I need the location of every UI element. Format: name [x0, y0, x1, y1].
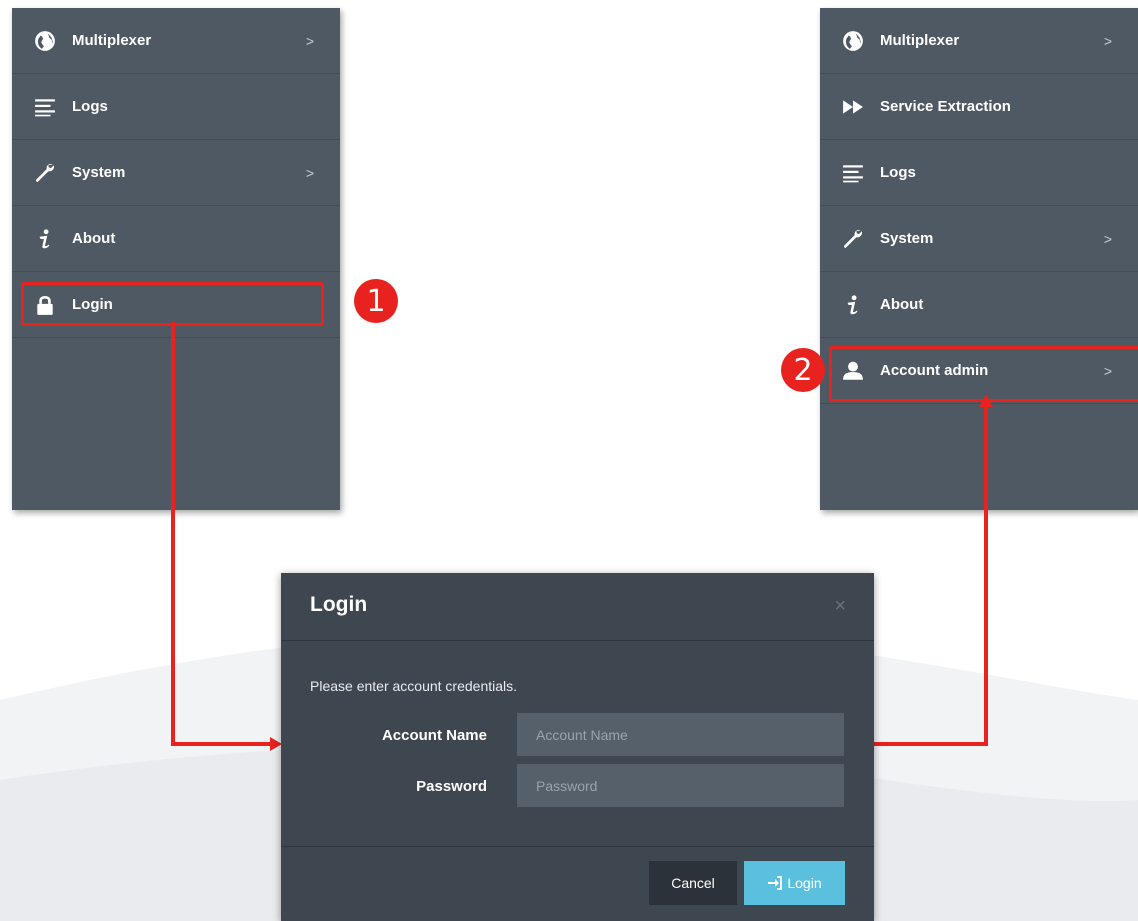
wrench-icon [840, 228, 866, 250]
step-1-badge: 1 [354, 279, 398, 323]
right-sidebar-menu: Multiplexer > Service Extraction Logs Sy… [820, 8, 1138, 510]
globe-icon [32, 30, 58, 52]
login-button-label: Login [787, 875, 822, 891]
login-button[interactable]: Login [744, 861, 845, 905]
sidebar-item-logs[interactable]: Logs [820, 140, 1138, 206]
info-icon [840, 294, 866, 316]
sidebar-item-label: Service Extraction [880, 98, 1011, 115]
globe-icon [840, 30, 866, 52]
cancel-button[interactable]: Cancel [649, 861, 737, 905]
sidebar-item-label: Logs [72, 98, 108, 115]
list-icon [32, 96, 58, 118]
chevron-right-icon: > [1103, 362, 1112, 379]
chevron-right-icon: > [305, 164, 314, 181]
login-dialog: Login × Please enter account credentials… [281, 573, 874, 921]
sidebar-item-system[interactable]: System > [12, 140, 340, 206]
password-label: Password [416, 778, 487, 795]
sidebar-item-label: About [72, 230, 116, 247]
sidebar-item-label: System [880, 230, 934, 247]
dialog-header: Login × [281, 573, 874, 641]
sidebar-item-about[interactable]: About [12, 206, 340, 272]
wrench-icon [32, 162, 58, 184]
info-icon [32, 228, 58, 250]
sidebar-item-label: Account admin [880, 362, 989, 379]
user-icon [840, 360, 866, 382]
sidebar-item-label: Login [72, 296, 113, 313]
sidebar-item-multiplexer[interactable]: Multiplexer > [12, 8, 340, 74]
sidebar-item-label: System [72, 164, 126, 181]
dialog-body: Please enter account credentials. Accoun… [281, 641, 874, 847]
sidebar-item-service-extraction[interactable]: Service Extraction [820, 74, 1138, 140]
sidebar-item-logs[interactable]: Logs [12, 74, 340, 140]
left-sidebar-menu: Multiplexer > Logs System > About Login [12, 8, 340, 510]
account-name-label: Account Name [381, 727, 487, 744]
chevron-right-icon: > [1103, 32, 1112, 49]
dialog-title: Login [310, 593, 368, 616]
sidebar-item-label: Logs [880, 164, 916, 181]
sidebar-item-label: About [880, 296, 924, 313]
account-name-field[interactable] [517, 713, 844, 756]
sidebar-item-system[interactable]: System > [820, 206, 1138, 272]
sidebar-item-login[interactable]: Login [12, 272, 340, 338]
chevron-right-icon: > [305, 32, 314, 49]
fast-forward-icon [840, 96, 866, 118]
sidebar-item-about[interactable]: About [820, 272, 1138, 338]
lock-icon [32, 294, 58, 316]
sidebar-item-account-admin[interactable]: Account admin > [820, 338, 1138, 404]
instruction-text: Please enter account credentials. [310, 678, 518, 694]
sign-in-icon [767, 875, 783, 891]
close-icon[interactable]: × [834, 595, 846, 618]
password-field[interactable] [517, 764, 844, 807]
list-icon [840, 162, 866, 184]
step-2-badge: 2 [781, 348, 825, 392]
sidebar-item-label: Multiplexer [880, 32, 960, 49]
chevron-right-icon: > [1103, 230, 1112, 247]
sidebar-item-label: Multiplexer [72, 32, 152, 49]
sidebar-item-multiplexer[interactable]: Multiplexer > [820, 8, 1138, 74]
